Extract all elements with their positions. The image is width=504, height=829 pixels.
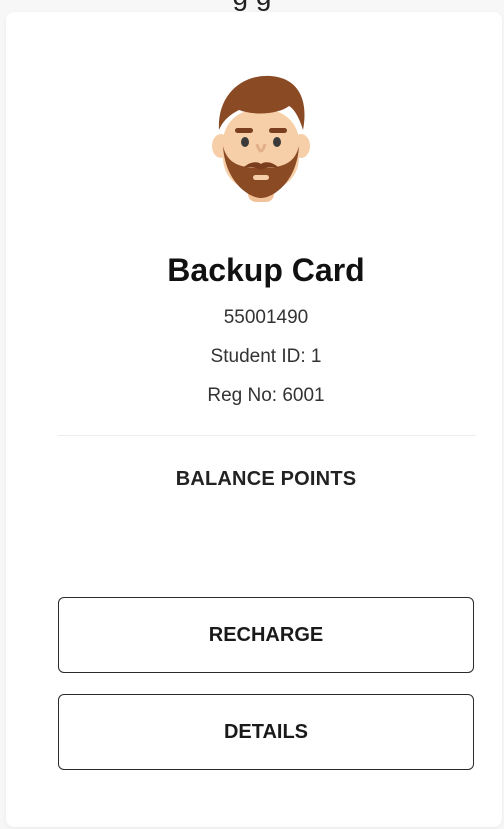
card-number: 55001490 bbox=[223, 307, 309, 328]
details-button-label: DETAILS bbox=[223, 720, 309, 743]
recharge-button[interactable]: RECHARGE bbox=[58, 597, 474, 673]
bearded-man-avatar-icon bbox=[212, 75, 310, 202]
card-holder-name: Backup Card bbox=[167, 252, 365, 288]
recharge-button-label: RECHARGE bbox=[208, 623, 324, 646]
divider bbox=[58, 435, 476, 436]
profile-card: Backup Card 55001490 Student ID: 1 Reg N… bbox=[6, 12, 502, 827]
reg-no: Reg No: 6001 bbox=[207, 385, 325, 406]
student-id: Student ID: 1 bbox=[210, 346, 322, 367]
details-button[interactable]: DETAILS bbox=[58, 694, 474, 770]
cut-off-header-text: g g bbox=[0, 0, 504, 12]
balance-points-label: BALANCE POINTS bbox=[175, 468, 357, 490]
